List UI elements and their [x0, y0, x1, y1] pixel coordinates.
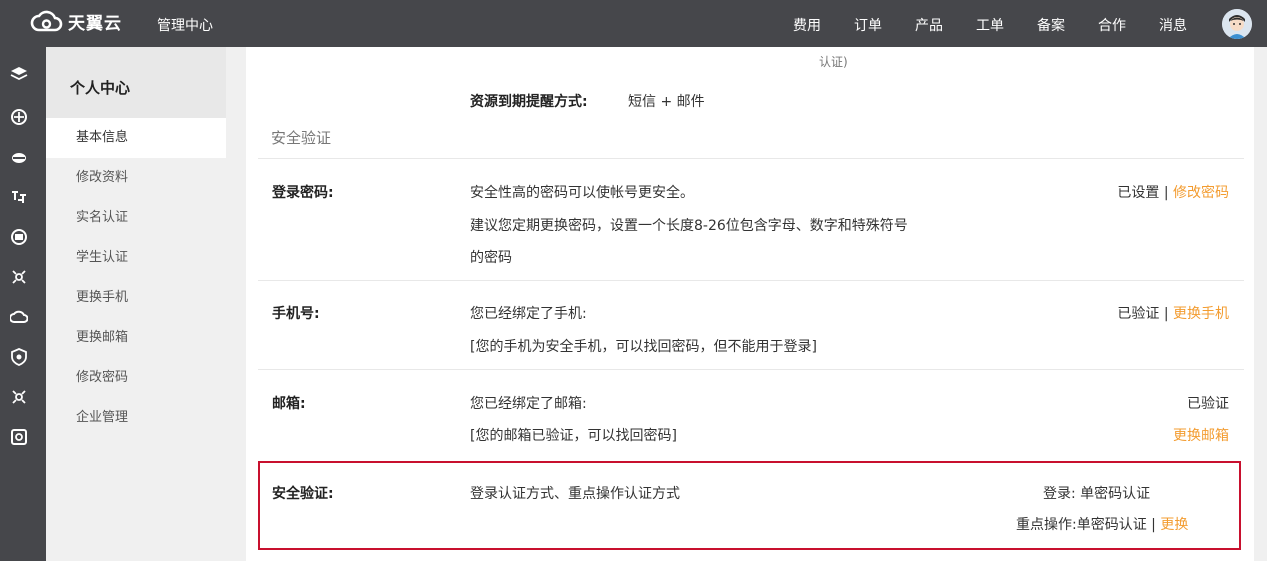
layers-icon[interactable]	[10, 65, 28, 83]
icon-rail	[0, 47, 46, 561]
cluster-icon[interactable]	[10, 388, 28, 406]
sidebar-item-enterprise[interactable]: 企业管理	[46, 398, 226, 438]
nav-orders[interactable]: 订单	[854, 15, 882, 35]
change-auth-link[interactable]: 更换	[1160, 517, 1188, 533]
phone-label: 手机号:	[272, 306, 320, 322]
sidebar-header: 个人中心	[46, 47, 226, 118]
sidebar-item-change-phone[interactable]: 更换手机	[46, 278, 226, 318]
nav-fees[interactable]: 费用	[793, 15, 821, 35]
divider	[258, 280, 1244, 281]
phone-status-group: 已验证 | 更换手机	[1117, 303, 1229, 323]
cloud-logo-icon	[30, 10, 63, 31]
email-status: 已验证	[1187, 396, 1229, 412]
sidebar-item-edit-profile[interactable]: 修改资料	[46, 158, 226, 198]
nav-filing[interactable]: 备案	[1037, 15, 1065, 35]
sidebar-item-real-name[interactable]: 实名认证	[46, 198, 226, 238]
security-desc: 登录认证方式、重点操作认证方式	[470, 486, 680, 502]
phone-desc-2: [您的手机为安全手机，可以找回密码，但不能用于登录]	[470, 339, 817, 355]
avatar[interactable]	[1222, 9, 1252, 39]
cloud-link-icon[interactable]	[9, 308, 29, 326]
sidebar-item-student[interactable]: 学生认证	[46, 238, 226, 278]
divider	[258, 369, 1244, 370]
nav-tickets[interactable]: 工单	[976, 15, 1004, 35]
password-desc-1: 安全性高的密码可以使帐号更安全。	[470, 185, 694, 201]
cloud-icon[interactable]	[10, 148, 28, 166]
grid-circle-icon[interactable]	[10, 108, 28, 126]
sidebar-title: 个人中心	[70, 79, 131, 97]
nav-partner[interactable]: 合作	[1098, 15, 1126, 35]
nodes-icon[interactable]	[10, 268, 28, 286]
sidebar: 个人中心 基本信息 修改资料 实名认证 学生认证 更换手机 更换邮箱 修改密码 …	[46, 47, 226, 561]
database-icon[interactable]	[10, 228, 28, 246]
management-center-link[interactable]: 管理中心	[157, 15, 213, 35]
password-desc-3: 的密码	[470, 250, 512, 266]
divider	[258, 158, 1244, 159]
password-status: 已设置	[1117, 185, 1160, 201]
network-icon[interactable]	[10, 188, 28, 206]
phone-status: 已验证	[1117, 306, 1160, 322]
section-title-security: 安全验证	[271, 129, 332, 147]
change-password-link[interactable]: 修改密码	[1173, 185, 1229, 201]
shield-icon[interactable]	[10, 348, 28, 366]
top-nav-menu: 费用 订单 产品 工单 备案 合作 消息	[760, 15, 1187, 35]
key-op-auth-method: 重点操作:单密码认证	[1016, 517, 1147, 533]
password-status-group: 已设置 | 修改密码	[1117, 182, 1229, 202]
separator: |	[1163, 185, 1169, 201]
logo[interactable]: 天翼云	[30, 9, 122, 34]
monitor-icon[interactable]	[10, 428, 28, 446]
phone-desc-1: 您已经绑定了手机:	[470, 306, 587, 322]
logo-text: 天翼云	[68, 14, 122, 34]
change-email-link[interactable]: 更换邮箱	[1173, 425, 1229, 445]
login-auth-method: 登录: 单密码认证	[1043, 486, 1151, 502]
separator: |	[1163, 306, 1169, 322]
email-desc-2: [您的邮箱已验证，可以找回密码]	[470, 428, 677, 444]
security-verification-highlight	[258, 461, 1241, 550]
user-avatar-icon	[1222, 9, 1252, 39]
sidebar-item-change-email[interactable]: 更换邮箱	[46, 318, 226, 358]
security-label: 安全验证:	[272, 486, 334, 502]
expiry-reminder-label: 资源到期提醒方式:	[470, 94, 588, 110]
separator: |	[1151, 517, 1156, 533]
nav-products[interactable]: 产品	[915, 15, 943, 35]
email-label: 邮箱:	[272, 396, 306, 412]
password-desc-2: 建议您定期更换密码，设置一个长度8-26位包含字母、数字和特殊符号	[470, 218, 908, 234]
nav-messages[interactable]: 消息	[1159, 15, 1187, 35]
change-phone-link[interactable]: 更换手机	[1173, 306, 1229, 322]
key-op-auth-group: 重点操作:单密码认证 | 更换	[1016, 514, 1188, 534]
password-label: 登录密码:	[272, 185, 334, 201]
top-navigation-bar: 天翼云 管理中心 费用 订单 产品 工单 备案 合作 消息	[0, 0, 1267, 47]
sidebar-item-basic-info[interactable]: 基本信息	[46, 118, 226, 158]
sidebar-item-change-password[interactable]: 修改密码	[46, 358, 226, 398]
expiry-reminder-value: 短信 + 邮件	[628, 94, 705, 110]
main-content: 认证) 资源到期提醒方式: 短信 + 邮件 安全验证 登录密码: 安全性高的密码…	[246, 47, 1254, 561]
partial-cert-text: 认证)	[819, 55, 848, 69]
email-desc-1: 您已经绑定了邮箱:	[470, 396, 587, 412]
